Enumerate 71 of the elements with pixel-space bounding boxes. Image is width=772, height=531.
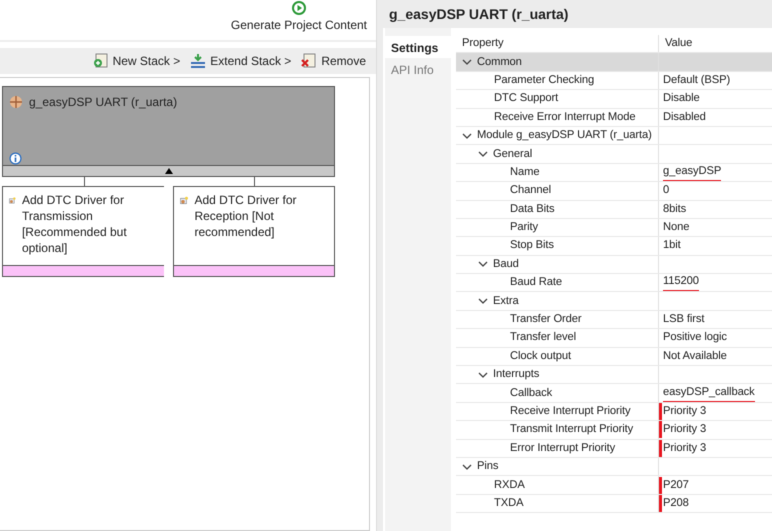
- property-cell: Channel: [456, 182, 659, 200]
- group-row[interactable]: General: [456, 145, 772, 164]
- value-text[interactable]: 8bits: [663, 200, 686, 218]
- chevron-icon[interactable]: [462, 462, 472, 472]
- property-cell: Name: [456, 164, 659, 182]
- value-text[interactable]: 0: [663, 182, 670, 200]
- group-label: Baud: [493, 256, 519, 272]
- property-cell: Baud Rate: [456, 274, 659, 292]
- value-text[interactable]: Positive logic: [663, 329, 727, 346]
- stack-add-icon: [190, 53, 206, 69]
- panel-title: g_easyDSP UART (r_uarta): [383, 0, 772, 28]
- group-row[interactable]: Extra: [456, 292, 772, 311]
- group-label: Interrupts: [493, 367, 540, 382]
- stack-block[interactable]: g_easyDSP UART (r_uarta): [2, 86, 335, 177]
- column-header[interactable]: Value: [659, 35, 772, 52]
- property-cell: Callback: [456, 384, 659, 402]
- property-cell: DTC Support: [456, 90, 659, 108]
- property-cell: Clock output: [456, 348, 659, 366]
- group-label: General: [493, 146, 532, 162]
- group-label: Extra: [493, 294, 519, 309]
- group-label: Pins: [477, 459, 498, 474]
- chevron-icon[interactable]: [478, 149, 488, 160]
- value-text[interactable]: 1bit: [663, 237, 681, 254]
- chevron-icon[interactable]: [462, 57, 472, 68]
- property-cell: Parameter Checking: [456, 72, 659, 90]
- new-document-icon: [92, 53, 109, 69]
- chevron-icon[interactable]: [478, 296, 488, 306]
- property-cell: Transfer Order: [456, 310, 659, 328]
- value-text[interactable]: P208: [663, 494, 689, 512]
- value-text[interactable]: Default (BSP): [663, 72, 730, 89]
- group-row[interactable]: Module g_easyDSP UART (r_uarta): [456, 126, 772, 146]
- property-cell: Stop Bits: [456, 237, 659, 255]
- property-cell: Receive Error Interrupt Mode: [456, 108, 659, 126]
- value-text[interactable]: g_easyDSP: [663, 164, 722, 182]
- value-text[interactable]: 115200: [663, 274, 699, 292]
- play-icon: [290, 0, 307, 16]
- value-text[interactable]: easyDSP_callback: [663, 384, 755, 402]
- group-row[interactable]: Pins: [456, 458, 772, 476]
- value-text[interactable]: None: [663, 219, 690, 236]
- module-icon: [9, 95, 23, 109]
- value-text[interactable]: Disable: [663, 90, 700, 108]
- group-label: Common: [477, 54, 522, 70]
- value-text[interactable]: LSB first: [663, 311, 704, 328]
- group-row[interactable]: Baud: [456, 256, 772, 274]
- value-text[interactable]: Not Available: [663, 348, 727, 365]
- stack-title: g_easyDSP UART (r_uarta): [29, 94, 178, 111]
- chevron-icon[interactable]: [462, 130, 472, 141]
- new-button[interactable]: New Stack >: [92, 52, 180, 70]
- extend-button[interactable]: Extend Stack >: [190, 52, 292, 70]
- generate-button[interactable]: Generate Project Content: [230, 0, 367, 40]
- chevron-icon[interactable]: [478, 259, 488, 270]
- group-label: Module g_easyDSP UART (r_uarta): [477, 128, 652, 144]
- value-text[interactable]: P207: [663, 476, 689, 494]
- group-row[interactable]: Interrupts: [456, 366, 772, 384]
- property-cell: Data Bits: [456, 200, 659, 218]
- value-text[interactable]: Disabled: [663, 108, 706, 126]
- remove-button[interactable]: Remove: [301, 52, 366, 70]
- property-cell: Transfer level: [456, 329, 659, 347]
- value-text[interactable]: Priority 3: [663, 403, 706, 420]
- tab[interactable]: Settings: [385, 36, 451, 58]
- collapse-icon[interactable]: [164, 168, 172, 174]
- column-header[interactable]: Property: [456, 35, 659, 52]
- driver-card[interactable]: Add DTC Driver for Reception [Not recommended]: [173, 186, 335, 277]
- group-row[interactable]: Common: [456, 53, 772, 72]
- value-text[interactable]: Priority 3: [663, 440, 706, 457]
- info-icon[interactable]: [9, 152, 22, 165]
- property-cell: Parity: [456, 218, 659, 236]
- chevron-icon[interactable]: [478, 370, 488, 380]
- driver-card[interactable]: Add DTC Driver for Transmission [Recommended but optional]: [2, 186, 164, 277]
- delete-document-icon: [301, 53, 318, 69]
- value-text[interactable]: Priority 3: [663, 421, 706, 438]
